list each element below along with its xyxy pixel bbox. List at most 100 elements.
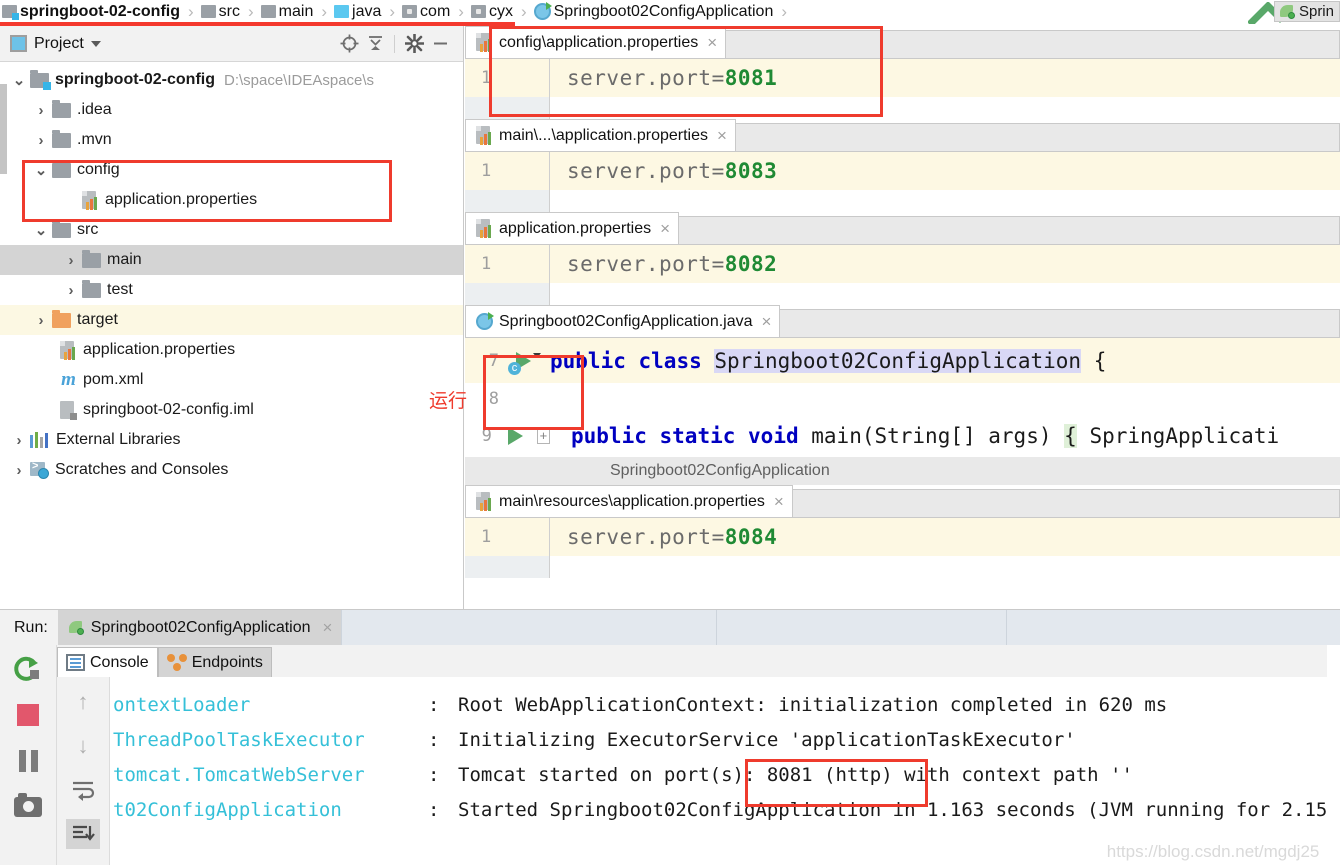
- editor-gutter[interactable]: 7: [465, 338, 550, 383]
- tree-row-pom[interactable]: m pom.xml: [0, 365, 463, 395]
- code-text[interactable]: public static void main (String[] args) {…: [550, 415, 1340, 457]
- collapse-all-icon[interactable]: [362, 31, 388, 57]
- screenshot-icon[interactable]: [11, 791, 45, 823]
- tree-row-scratches[interactable]: › Scratches and Consoles: [0, 455, 463, 485]
- run-configuration-tab[interactable]: Springboot02ConfigApplication ×: [57, 610, 342, 645]
- chevron-right-icon[interactable]: ›: [60, 282, 82, 299]
- keyword: void: [748, 424, 799, 448]
- chevron-right-icon[interactable]: ›: [30, 102, 52, 119]
- code-text[interactable]: server.port= 8081: [550, 59, 1340, 97]
- chevron-down-icon[interactable]: [90, 40, 101, 47]
- editor-tab-main-properties[interactable]: main\...\application.properties ×: [465, 119, 736, 151]
- close-icon[interactable]: ×: [318, 618, 333, 638]
- code-text[interactable]: server.port= 8083: [550, 152, 1340, 190]
- project-view-selector[interactable]: Project: [10, 35, 101, 53]
- scroll-up-icon[interactable]: ↑: [66, 687, 100, 717]
- pause-icon[interactable]: [11, 745, 45, 777]
- watermark: https://blog.csdn.net/mgdj25: [1106, 842, 1320, 861]
- tabrow-filler: [735, 123, 1340, 151]
- tree-row-config[interactable]: ⌄ config: [0, 155, 463, 185]
- chevron-right-icon[interactable]: ›: [30, 312, 52, 329]
- breadcrumb-item-java[interactable]: java: [332, 3, 386, 21]
- minimize-icon[interactable]: [427, 31, 453, 57]
- breadcrumb-separator: ›: [520, 1, 527, 21]
- breadcrumb-item-com[interactable]: com: [400, 3, 455, 21]
- code-text[interactable]: public class Springboot02ConfigApplicati…: [550, 338, 1340, 383]
- close-icon[interactable]: ×: [704, 33, 717, 53]
- editor-tab-root-properties[interactable]: application.properties ×: [465, 212, 680, 244]
- tree-row[interactable]: ⌄ springboot-02-config D:\space\IDEAspac…: [0, 65, 463, 95]
- chevron-right-icon[interactable]: ›: [30, 132, 52, 149]
- folder-blue-icon: [334, 5, 350, 18]
- close-icon[interactable]: ×: [657, 219, 670, 239]
- chevron-down-icon[interactable]: ⌄: [8, 71, 30, 89]
- chevron-right-icon[interactable]: ›: [8, 432, 30, 449]
- fold-expand-icon[interactable]: +: [536, 428, 550, 444]
- folder-icon: [82, 279, 101, 298]
- editor-gutter[interactable]: 8: [465, 383, 550, 415]
- tree-row[interactable]: › .mvn: [0, 125, 463, 155]
- breadcrumb-item-main[interactable]: main: [259, 3, 319, 21]
- editor-gutter[interactable]: 9 +: [465, 415, 550, 457]
- code-text[interactable]: server.port= 8082: [550, 245, 1340, 283]
- tree-row-target[interactable]: › target: [0, 305, 463, 335]
- locate-icon[interactable]: [336, 31, 362, 57]
- line-number: 1: [465, 152, 550, 190]
- project-scrollbar[interactable]: [0, 84, 7, 174]
- breadcrumb-item-src[interactable]: src: [199, 3, 245, 21]
- rerun-icon[interactable]: [11, 653, 45, 685]
- editor-pane-root-properties: application.properties × 1 server.port= 8…: [465, 212, 1340, 305]
- close-icon[interactable]: ×: [771, 492, 784, 512]
- chevron-right-icon[interactable]: ›: [60, 252, 82, 269]
- tree-row-main[interactable]: › main: [0, 245, 463, 275]
- chevron-down-icon[interactable]: ⌄: [30, 161, 52, 179]
- run-gutter-icon[interactable]: [507, 427, 523, 445]
- tree-item-label: External Libraries: [56, 431, 181, 448]
- folder-icon: [82, 249, 101, 268]
- spring-run-config-button[interactable]: Sprin: [1273, 1, 1340, 22]
- tree-row[interactable]: ⌄ src: [0, 215, 463, 245]
- tab-console[interactable]: Console: [57, 647, 158, 677]
- tree-row-external-libraries[interactable]: › External Libraries: [0, 425, 463, 455]
- tree-row-config-properties[interactable]: application.properties: [0, 185, 463, 215]
- package-icon: [402, 5, 418, 18]
- close-icon[interactable]: ×: [759, 312, 772, 332]
- scroll-down-icon[interactable]: ↓: [66, 731, 100, 761]
- code-text[interactable]: server.port= 8084: [550, 518, 1340, 556]
- tree-row-root-properties[interactable]: application.properties: [0, 335, 463, 365]
- breadcrumb-item-cyx[interactable]: cyx: [469, 3, 518, 21]
- java-class-icon: [533, 2, 552, 20]
- code-text[interactable]: [550, 383, 1340, 415]
- pane-gap: [465, 190, 1340, 212]
- settings-gear-icon[interactable]: [401, 31, 427, 57]
- code-value: 8082: [724, 252, 778, 276]
- editor-tab-resources-properties[interactable]: main\resources\application.properties ×: [465, 485, 793, 517]
- soft-wrap-icon[interactable]: [66, 775, 100, 805]
- close-icon[interactable]: ×: [714, 126, 727, 146]
- breadcrumb-label: src: [218, 2, 240, 20]
- chevron-down-icon[interactable]: ⌄: [30, 221, 52, 239]
- console-logger: t02ConfigApplication: [113, 798, 342, 821]
- editor-tab-config-properties[interactable]: config\application.properties ×: [465, 26, 727, 58]
- folder-gray-icon: [200, 5, 216, 18]
- chevron-down-icon[interactable]: [533, 352, 541, 358]
- tree-row-iml[interactable]: springboot-02-config.iml: [0, 395, 463, 425]
- editor-tab-java[interactable]: Springboot02ConfigApplication.java ×: [465, 305, 781, 337]
- folder-icon: [52, 99, 71, 118]
- breadcrumb-separator: ›: [187, 1, 194, 21]
- chevron-right-icon[interactable]: ›: [8, 462, 30, 479]
- breadcrumb-separator: ›: [321, 1, 328, 21]
- code-line: 1 server.port= 8081: [465, 59, 1340, 97]
- breadcrumb-item-module[interactable]: springboot-02-config: [0, 3, 185, 21]
- pane-gap: [465, 556, 1340, 578]
- console-message: Root WebApplicationContext: initializati…: [458, 693, 1168, 716]
- stop-icon[interactable]: [11, 699, 45, 731]
- tree-row[interactable]: › .idea: [0, 95, 463, 125]
- spring-button-label: Sprin: [1298, 3, 1334, 20]
- console-output[interactable]: ontextLoader : Root WebApplicationContex…: [110, 677, 1328, 865]
- tree-row-test[interactable]: › test: [0, 275, 463, 305]
- breadcrumb-item-class[interactable]: Springboot02ConfigApplication: [532, 2, 779, 21]
- folder-orange-icon: [52, 309, 71, 328]
- scroll-to-end-icon[interactable]: [66, 819, 100, 849]
- tab-endpoints[interactable]: Endpoints: [157, 647, 272, 677]
